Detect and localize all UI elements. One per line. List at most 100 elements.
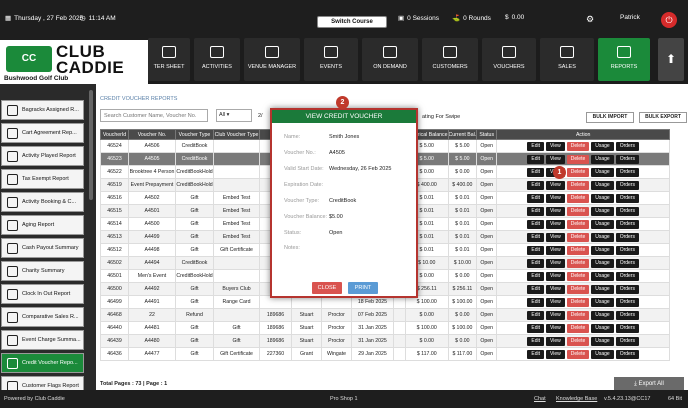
delete-button[interactable]: Delete [566,219,590,229]
edit-button[interactable]: Edit [527,336,545,346]
column-header[interactable]: Voucher No. [128,129,176,140]
print-button[interactable]: PRINT [348,282,378,294]
money-indicator[interactable]: $0.00 [505,14,524,21]
table-row[interactable]: 46439 A4480 Gift Gift 189686 Stuart Proctor 31 … [100,334,671,348]
usage-button[interactable]: Usage [591,193,614,203]
sidebar-item-cash-payout[interactable]: Cash Payout Summary [1,238,84,258]
usage-button[interactable]: Usage [591,258,614,268]
edit-button[interactable]: Edit [527,323,545,333]
usage-button[interactable]: Usage [591,232,614,242]
view-button[interactable]: View [546,245,565,255]
view-button[interactable]: View [546,180,565,190]
power-icon[interactable]: ⏻ [661,12,677,28]
table-row[interactable]: 46468 22 Refund 189686 Stuart Proctor 07 Feb 2… [100,308,671,322]
knowledge-base-link[interactable]: Knowledge Base [556,396,597,402]
sidebar-item-activity-played[interactable]: Activity Played Report [1,146,84,166]
edit-button[interactable]: Edit [527,180,545,190]
column-header[interactable]: VoucherId [100,129,129,140]
usage-button[interactable]: Usage [591,349,614,359]
delete-button[interactable]: Delete [566,232,590,242]
filter-select[interactable]: All ▾ [216,109,252,122]
edit-button[interactable]: Edit [527,206,545,216]
orders-button[interactable]: Orders [615,271,639,281]
usage-button[interactable]: Usage [591,284,614,294]
orders-button[interactable]: Orders [615,180,639,190]
usage-button[interactable]: Usage [591,180,614,190]
switch-course-button[interactable]: Switch Course [317,16,387,28]
bulk-import-button[interactable]: BULK IMPORT [586,112,634,123]
orders-button[interactable]: Orders [615,310,639,320]
delete-button[interactable]: Delete [566,206,590,216]
sidebar-item-bagracks[interactable]: Bagracks Assigned R... [1,100,84,120]
usage-button[interactable]: Usage [591,271,614,281]
sidebar-item-aging[interactable]: Aging Report [1,215,84,235]
edit-button[interactable]: Edit [527,232,545,242]
nav-tee-sheet[interactable]: TER SHEET [148,38,190,81]
sidebar-item-activity-booking[interactable]: Activity Booking & C... [1,192,84,212]
delete-button[interactable]: Delete [566,141,590,151]
sidebar-item-clock-in-out[interactable]: Clock In Out Report [1,284,84,304]
close-button[interactable]: CLOSE [312,282,342,294]
nav-venue-manager[interactable]: VENUE MANAGER [244,38,300,81]
delete-button[interactable]: Delete [566,180,590,190]
view-button[interactable]: View [546,258,565,268]
usage-button[interactable]: Usage [591,323,614,333]
usage-button[interactable]: Usage [591,154,614,164]
view-button[interactable]: View [546,323,565,333]
view-button[interactable]: View [546,349,565,359]
edit-button[interactable]: Edit [527,167,545,177]
delete-button[interactable]: Delete [566,193,590,203]
orders-button[interactable]: Orders [615,141,639,151]
sidebar-item-customer-flags[interactable]: Customer Flags Report [1,376,84,390]
usage-button[interactable]: Usage [591,297,614,307]
orders-button[interactable]: Orders [615,349,639,359]
nav-customers[interactable]: CUSTOMERS [422,38,478,81]
view-button[interactable]: View [546,193,565,203]
edit-button[interactable]: Edit [527,193,545,203]
usage-button[interactable]: Usage [591,245,614,255]
sidebar-item-comparative-sales[interactable]: Comparative Sales R... [1,307,84,327]
nav-scroll-up-icon[interactable]: ⬆ [658,38,684,81]
nav-activities[interactable]: ACTIVITIES [194,38,240,81]
column-header[interactable]: Club Voucher Type [213,129,260,140]
orders-button[interactable]: Orders [615,232,639,242]
sidebar-item-charity[interactable]: Charity Summary [1,261,84,281]
table-row[interactable]: 46436 A4477 Gift Gift Certificate 227360 Gran… [100,347,671,361]
view-button[interactable]: View [546,297,565,307]
nav-on-demand[interactable]: ON DEMAND [362,38,418,81]
usage-button[interactable]: Usage [591,206,614,216]
column-header[interactable]: Status [476,129,498,140]
delete-button[interactable]: Delete [566,258,590,268]
delete-button[interactable]: Delete [566,271,590,281]
orders-button[interactable]: Orders [615,323,639,333]
nav-sales[interactable]: SALES [540,38,594,81]
orders-button[interactable]: Orders [615,336,639,346]
view-button[interactable]: View [546,271,565,281]
orders-button[interactable]: Orders [615,245,639,255]
delete-button[interactable]: Delete [566,310,590,320]
delete-button[interactable]: Delete [566,245,590,255]
orders-button[interactable]: Orders [615,219,639,229]
sidebar-scrollbar[interactable] [89,90,93,200]
usage-button[interactable]: Usage [591,219,614,229]
usage-button[interactable]: Usage [591,167,614,177]
view-button[interactable]: View [546,232,565,242]
delete-button[interactable]: Delete [566,154,590,164]
column-header[interactable]: Action [496,129,671,140]
orders-button[interactable]: Orders [615,284,639,294]
edit-button[interactable]: Edit [527,245,545,255]
view-button[interactable]: View [546,219,565,229]
view-button[interactable]: View [546,141,565,151]
view-button[interactable]: View [546,206,565,216]
column-header[interactable]: Voucher Type [175,129,214,140]
sidebar-item-event-charge[interactable]: Event Charge Summa... [1,330,84,350]
rounds-indicator[interactable]: ⛳ 0 Rounds [452,14,491,23]
orders-button[interactable]: Orders [615,297,639,307]
delete-button[interactable]: Delete [566,349,590,359]
bulk-export-button[interactable]: BULK EXPORT [639,112,687,123]
delete-button[interactable]: Delete [566,323,590,333]
usage-button[interactable]: Usage [591,141,614,151]
edit-button[interactable]: Edit [527,349,545,359]
delete-button[interactable]: Delete [566,167,590,177]
edit-button[interactable]: Edit [527,297,545,307]
